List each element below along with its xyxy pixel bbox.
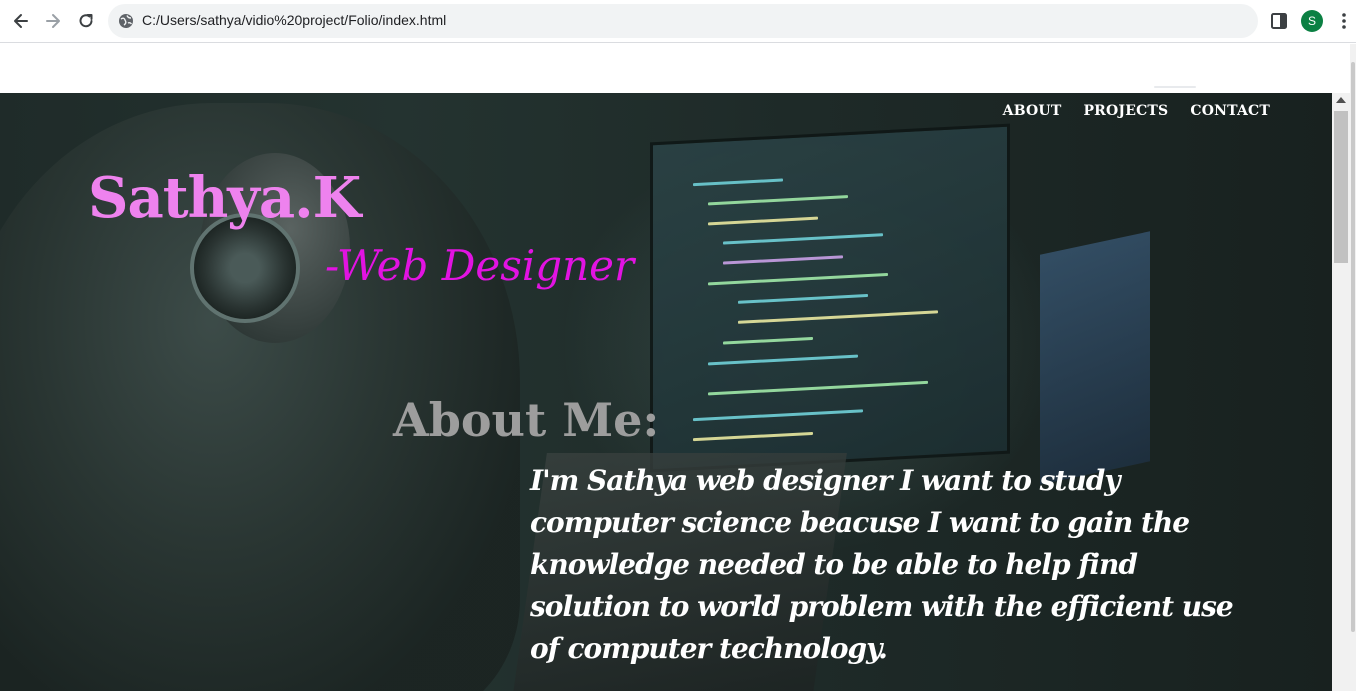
about-body: I'm Sathya web designer I want to study …: [530, 464, 1234, 665]
scrollbar-thumb[interactable]: [1334, 111, 1348, 263]
back-arrow-icon: [14, 14, 28, 28]
hero-section: ABOUT PROJECTS CONTACT Sathya.K -Web Des…: [0, 93, 1332, 691]
browser-toolbar: C:/Users/sathya/vidio%20project/Folio/in…: [0, 0, 1356, 43]
forward-arrow-icon: [46, 14, 60, 28]
site-info-icon[interactable]: [118, 13, 134, 29]
side-panel-icon[interactable]: [1270, 12, 1288, 30]
nav-link-contact[interactable]: CONTACT: [1190, 103, 1270, 119]
top-blank-area: [0, 44, 1356, 92]
profile-avatar[interactable]: S: [1301, 10, 1323, 32]
url-text[interactable]: C:/Users/sathya/vidio%20project/Folio/in…: [142, 12, 446, 28]
hero-role: -Web Designer: [325, 241, 635, 290]
page-scrollbar-thumb[interactable]: [1351, 62, 1355, 632]
background-side-screen: [1040, 231, 1150, 485]
nav-link-projects[interactable]: PROJECTS: [1083, 103, 1168, 119]
about-title: About Me:: [393, 393, 660, 447]
scroll-up-arrow-icon[interactable]: [1336, 97, 1346, 103]
page-viewport: ABOUT PROJECTS CONTACT Sathya.K -Web Des…: [0, 44, 1356, 691]
forward-button[interactable]: [40, 8, 66, 34]
kebab-menu-icon[interactable]: [1336, 11, 1352, 31]
top-divider: [1154, 86, 1196, 88]
hero-name: Sathya.K: [88, 165, 361, 231]
reload-icon: [79, 14, 93, 28]
address-bar[interactable]: C:/Users/sathya/vidio%20project/Folio/in…: [108, 4, 1258, 38]
reload-button[interactable]: [73, 8, 99, 34]
top-nav: ABOUT PROJECTS CONTACT: [1003, 103, 1270, 119]
nav-link-about[interactable]: ABOUT: [1003, 103, 1062, 119]
back-button[interactable]: [8, 8, 34, 34]
background-monitor-image: [650, 123, 1010, 473]
page-scrollbar[interactable]: [1350, 44, 1356, 691]
inner-scrollbar[interactable]: [1332, 93, 1350, 691]
